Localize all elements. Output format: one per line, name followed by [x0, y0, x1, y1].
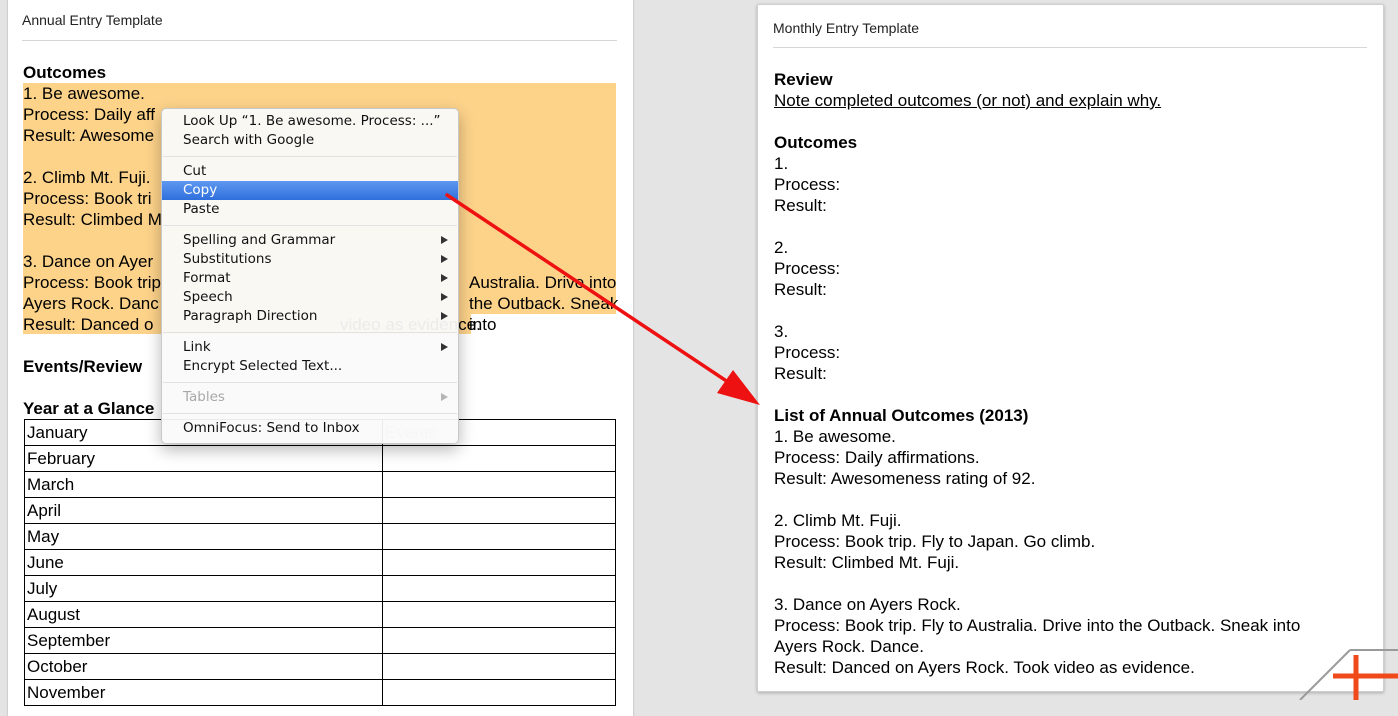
- corner-logo-icon: [1299, 649, 1398, 700]
- red-arrow-icon: [445, 193, 760, 405]
- annotation-overlay: [445, 193, 1398, 700]
